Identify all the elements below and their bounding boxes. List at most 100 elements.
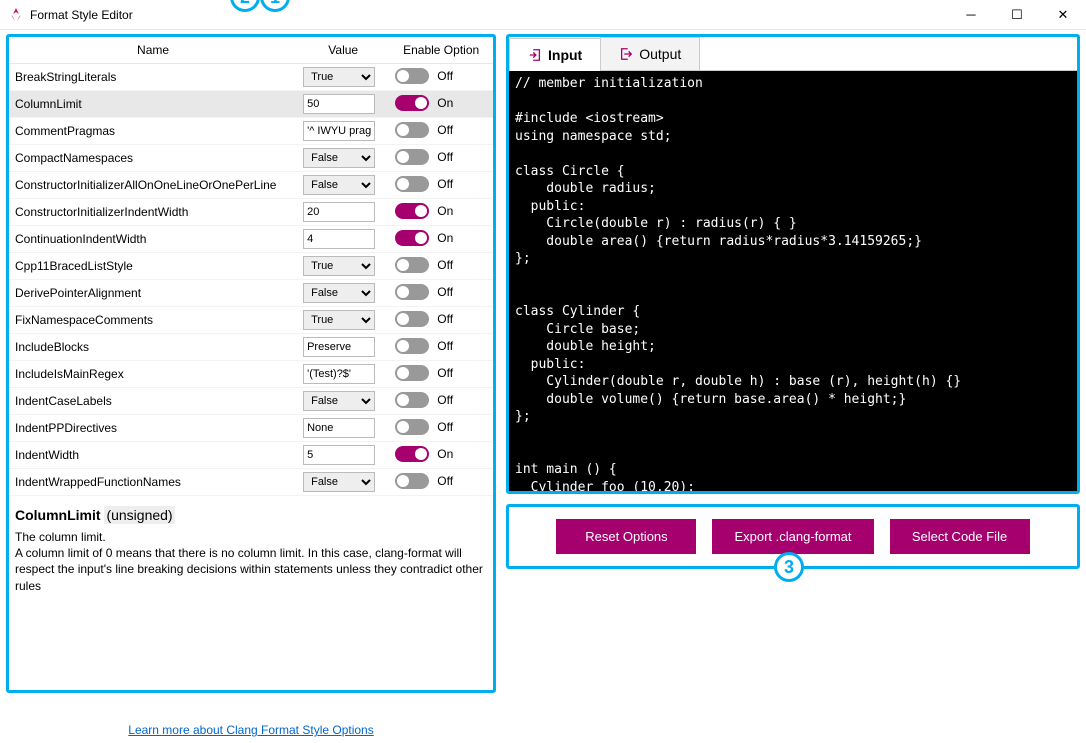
option-row[interactable]: CommentPragmas Off [9, 118, 493, 145]
desc-type: (unsigned) [104, 506, 174, 524]
option-toggle-label: Off [437, 393, 453, 407]
option-value-input[interactable] [303, 94, 375, 114]
option-toggle-label: Off [437, 69, 453, 83]
option-name: DerivePointerAlignment [9, 280, 297, 307]
option-name: FixNamespaceComments [9, 307, 297, 334]
option-value-input[interactable] [303, 337, 375, 357]
option-toggle[interactable] [395, 257, 429, 273]
option-toggle[interactable] [395, 284, 429, 300]
option-toggle[interactable] [395, 122, 429, 138]
titlebar: Format Style Editor ─ ☐ ✕ [0, 0, 1086, 30]
option-value-select[interactable]: False [303, 175, 375, 195]
option-row[interactable]: ConstructorInitializerAllOnOneLineOrOneP… [9, 172, 493, 199]
option-toggle[interactable] [395, 230, 429, 246]
option-toggle[interactable] [395, 338, 429, 354]
option-name: IndentPPDirectives [9, 415, 297, 442]
option-row[interactable]: ContinuationIndentWidth On [9, 226, 493, 253]
option-row[interactable]: IndentCaseLabels False Off [9, 388, 493, 415]
option-value-select[interactable]: True [303, 256, 375, 276]
maximize-button[interactable]: ☐ [994, 0, 1040, 30]
option-value-select[interactable]: False [303, 148, 375, 168]
option-toggle-label: Off [437, 123, 453, 137]
option-toggle[interactable] [395, 365, 429, 381]
learn-more-link[interactable]: Learn more about Clang Format Style Opti… [128, 723, 373, 737]
code-panel: Input Output // member initialization #i… [506, 34, 1080, 494]
option-name: ColumnLimit [9, 91, 297, 118]
tab-output[interactable]: Output [600, 37, 700, 70]
option-toggle-label: Off [437, 150, 453, 164]
option-name: IndentWrappedFunctionNames [9, 469, 297, 496]
desc-line1: The column limit. [15, 529, 487, 545]
option-toggle-label: Off [437, 312, 453, 326]
learn-more-area: Learn more about Clang Format Style Opti… [6, 693, 496, 737]
select-code-file-button[interactable]: Select Code File [890, 519, 1030, 554]
option-row[interactable]: ColumnLimit On [9, 91, 493, 118]
badge-3: 3 [774, 552, 804, 582]
option-toggle-label: On [437, 231, 453, 245]
close-button[interactable]: ✕ [1040, 0, 1086, 30]
option-name: IndentCaseLabels [9, 388, 297, 415]
col-value: Value [297, 37, 389, 64]
options-table: Name Value Enable Option BreakStringLite… [9, 37, 493, 497]
option-value-select[interactable]: False [303, 472, 375, 492]
option-toggle-label: Off [437, 474, 453, 488]
option-row[interactable]: ConstructorInitializerIndentWidthOn [9, 199, 493, 226]
description-panel: ColumnLimit (unsigned) The column limit.… [9, 497, 493, 637]
options-table-scroll[interactable]: Name Value Enable Option BreakStringLite… [9, 37, 493, 497]
option-toggle[interactable] [395, 446, 429, 462]
option-toggle[interactable] [395, 68, 429, 84]
option-toggle[interactable] [395, 311, 429, 327]
option-value-select[interactable]: True [303, 67, 375, 87]
option-toggle-label: Off [437, 177, 453, 191]
option-name: CommentPragmas [9, 118, 297, 145]
option-row[interactable]: BreakStringLiterals True Off [9, 64, 493, 91]
option-toggle[interactable] [395, 176, 429, 192]
option-value-input[interactable] [303, 445, 375, 465]
option-row[interactable]: DerivePointerAlignment False Off [9, 280, 493, 307]
option-toggle[interactable] [395, 419, 429, 435]
option-value-input[interactable] [303, 229, 375, 249]
option-value-select[interactable]: False [303, 283, 375, 303]
output-icon [619, 47, 633, 61]
option-name: CompactNamespaces [9, 145, 297, 172]
tabs: Input Output [509, 37, 1077, 71]
option-value-input[interactable] [303, 121, 375, 141]
option-row[interactable]: FixNamespaceComments True Off [9, 307, 493, 334]
option-toggle[interactable] [395, 95, 429, 111]
option-toggle-label: On [437, 447, 453, 461]
tab-input[interactable]: Input [509, 38, 601, 71]
minimize-button[interactable]: ─ [948, 0, 994, 30]
option-value-select[interactable]: True [303, 310, 375, 330]
option-row[interactable]: Cpp11BracedListStyle True Off [9, 253, 493, 280]
option-name: ContinuationIndentWidth [9, 226, 297, 253]
option-toggle[interactable] [395, 473, 429, 489]
option-value-input[interactable] [303, 202, 375, 222]
option-row[interactable]: IncludeIsMainRegex Off [9, 361, 493, 388]
option-toggle-label: Off [437, 366, 453, 380]
option-value-input[interactable] [303, 364, 375, 384]
option-toggle-label: On [437, 96, 453, 110]
input-icon [528, 48, 542, 62]
option-name: Cpp11BracedListStyle [9, 253, 297, 280]
export-clang-format-button[interactable]: Export .clang-format [712, 519, 873, 554]
option-toggle[interactable] [395, 392, 429, 408]
desc-line2: A column limit of 0 means that there is … [15, 545, 487, 594]
option-name: ConstructorInitializerIndentWidth [9, 199, 297, 226]
option-value-input[interactable] [303, 418, 375, 438]
option-name: BreakStringLiterals [9, 64, 297, 91]
app-icon [8, 7, 24, 23]
option-name: IncludeIsMainRegex [9, 361, 297, 388]
option-row[interactable]: IncludeBlocksOff [9, 334, 493, 361]
option-row[interactable]: IndentPPDirectivesOff [9, 415, 493, 442]
option-row[interactable]: IndentWrappedFunctionNames False Off [9, 469, 493, 496]
option-row[interactable]: CompactNamespaces False Off [9, 145, 493, 172]
option-toggle[interactable] [395, 149, 429, 165]
option-value-select[interactable]: False [303, 391, 375, 411]
reset-options-button[interactable]: Reset Options [556, 519, 696, 554]
option-name: IncludeBlocks [9, 334, 297, 361]
option-row[interactable]: IndentWidthOn [9, 442, 493, 469]
code-editor[interactable]: // member initialization #include <iostr… [509, 71, 1077, 491]
option-toggle-label: Off [437, 258, 453, 272]
option-toggle-label: Off [437, 285, 453, 299]
option-toggle[interactable] [395, 203, 429, 219]
